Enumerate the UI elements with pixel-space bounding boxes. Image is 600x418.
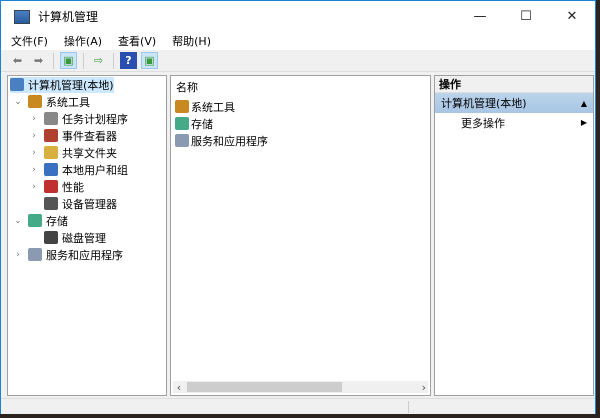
- tree-item-icon: [44, 197, 58, 210]
- column-header-name[interactable]: 名称: [171, 76, 430, 98]
- menu-file[interactable]: 文件(F): [11, 33, 48, 49]
- show-hide-action-pane-icon[interactable]: ▣: [141, 52, 158, 69]
- list-item-label: 服务和应用程序: [191, 134, 268, 148]
- expand-icon[interactable]: ⌄: [12, 216, 24, 226]
- show-hide-tree-icon[interactable]: ▣: [60, 52, 77, 69]
- minimize-button[interactable]: —: [457, 1, 503, 32]
- list-item-label: 系统工具: [191, 100, 235, 114]
- list-item-icon: [175, 100, 189, 113]
- menu-action[interactable]: 操作(A): [64, 33, 102, 49]
- tree-item-label: 性能: [62, 180, 84, 194]
- scroll-right-icon[interactable]: ›: [422, 381, 426, 394]
- list-item-icon: [175, 134, 189, 147]
- tree-item-label: 任务计划程序: [62, 112, 128, 126]
- back-icon[interactable]: ⬅: [9, 52, 26, 69]
- list-item[interactable]: 系统工具: [171, 98, 430, 115]
- collapse-icon[interactable]: ▲: [581, 99, 587, 108]
- tree-root-label: 计算机管理(本地): [28, 78, 114, 92]
- tree-item[interactable]: ⌄ 存储: [8, 212, 166, 229]
- window-title: 计算机管理: [38, 10, 99, 24]
- tree-item[interactable]: › 本地用户和组: [8, 161, 166, 178]
- expand-icon[interactable]: ›: [28, 114, 40, 124]
- tree-item-label: 本地用户和组: [62, 163, 128, 177]
- maximize-button[interactable]: ☐: [503, 1, 549, 32]
- expand-icon[interactable]: ›: [28, 165, 40, 175]
- action-pane-header: 操作: [435, 76, 593, 93]
- tree-item-label: 事件查看器: [62, 129, 117, 143]
- export-list-icon[interactable]: ⇨: [90, 52, 107, 69]
- expand-icon[interactable]: ›: [28, 131, 40, 141]
- tree-item-label: 系统工具: [46, 95, 90, 109]
- list-item[interactable]: 服务和应用程序: [171, 132, 430, 149]
- tree-item-label: 设备管理器: [62, 197, 117, 211]
- tree-item[interactable]: › 性能: [8, 178, 166, 195]
- tree-item-icon: [28, 248, 42, 261]
- menu-bar: 文件(F) 操作(A) 查看(V) 帮助(H): [1, 32, 595, 50]
- tree-item-icon: [28, 214, 42, 227]
- expand-icon[interactable]: ⌄: [12, 97, 24, 107]
- toolbar: ⬅ ➡ ▣ ⇨ ? ▣: [1, 50, 595, 72]
- tree-item[interactable]: › 任务计划程序: [8, 110, 166, 127]
- list-item-icon: [175, 117, 189, 130]
- horizontal-scrollbar[interactable]: ‹ ›: [173, 381, 428, 394]
- more-actions[interactable]: 更多操作 ▶: [435, 113, 593, 132]
- tree-item-icon: [44, 180, 58, 193]
- tree-item[interactable]: › 共享文件夹: [8, 144, 166, 161]
- tree-item[interactable]: 设备管理器: [8, 195, 166, 212]
- scroll-left-icon[interactable]: ‹: [173, 381, 185, 394]
- expand-icon[interactable]: ›: [28, 148, 40, 158]
- tree-item-label: 服务和应用程序: [46, 248, 123, 262]
- help-icon[interactable]: ?: [120, 52, 137, 69]
- tree-item[interactable]: › 服务和应用程序: [8, 246, 166, 263]
- tree-pane: 计算机管理(本地) ⌄ 系统工具 › 任务计划程序 › 事件查看器 › 共享文件夹 › 本地用户和…: [7, 75, 167, 396]
- expand-icon[interactable]: ›: [12, 250, 24, 260]
- tree-item-icon: [44, 163, 58, 176]
- expand-icon[interactable]: ›: [28, 182, 40, 192]
- tree-item-icon: [44, 146, 58, 159]
- tree-item[interactable]: 磁盘管理: [8, 229, 166, 246]
- list-item[interactable]: 存储: [171, 115, 430, 132]
- action-section[interactable]: 计算机管理(本地) ▲: [435, 93, 593, 113]
- menu-view[interactable]: 查看(V): [118, 33, 156, 49]
- action-section-label: 计算机管理(本地): [441, 97, 527, 110]
- list-item-label: 存储: [191, 117, 213, 131]
- menu-help[interactable]: 帮助(H): [172, 33, 211, 49]
- submenu-arrow-icon: ▶: [580, 118, 587, 127]
- title-bar: 计算机管理 — ☐ ✕: [1, 1, 595, 32]
- tree-item-icon: [44, 231, 58, 244]
- tree-item-label: 共享文件夹: [62, 146, 117, 160]
- tree-item-label: 存储: [46, 214, 68, 228]
- computer-management-icon: [14, 9, 30, 24]
- window: 计算机管理 — ☐ ✕ 文件(F) 操作(A) 查看(V) 帮助(H) ⬅ ➡ …: [0, 0, 596, 414]
- tree-item-icon: [44, 112, 58, 125]
- tree-item[interactable]: › 事件查看器: [8, 127, 166, 144]
- status-bar: [1, 398, 595, 414]
- tree-item-label: 磁盘管理: [62, 231, 106, 245]
- tree-item[interactable]: ⌄ 系统工具: [8, 93, 166, 110]
- tree-item-icon: [28, 95, 42, 108]
- computer-icon: [10, 78, 24, 91]
- tree-item-icon: [44, 129, 58, 142]
- forward-icon[interactable]: ➡: [30, 52, 47, 69]
- close-button[interactable]: ✕: [549, 1, 595, 32]
- scrollbar-thumb[interactable]: [187, 382, 342, 392]
- more-actions-label: 更多操作: [461, 116, 505, 130]
- tree-root[interactable]: 计算机管理(本地): [10, 76, 114, 93]
- action-pane: 操作 计算机管理(本地) ▲ 更多操作 ▶: [434, 75, 594, 396]
- list-pane: 名称 系统工具存储服务和应用程序 ‹ ›: [170, 75, 431, 396]
